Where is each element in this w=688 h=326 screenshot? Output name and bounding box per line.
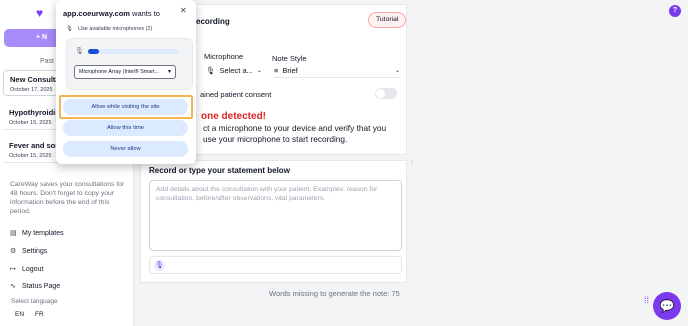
chat-icon: 💬 — [659, 299, 675, 313]
microphone-permission-popup: app.coeurway.com wants to ✕ 🎙 Use availa… — [56, 0, 196, 164]
chevron-down-icon: ⌄ — [394, 67, 400, 74]
warning-line: use your microphone to start recording. — [203, 134, 348, 144]
mic-device-box — [66, 38, 193, 90]
microphone-label: Microphone — [204, 52, 244, 61]
activity-icon: ∿ — [10, 283, 16, 290]
nav-my-templates[interactable]: ▤ My templates — [10, 230, 64, 237]
note-style-select[interactable]: ≡ Brief ⌄ — [274, 63, 400, 78]
select-language-label: Select language — [11, 298, 58, 305]
use-microphones-label: Use available microphones (2) — [77, 26, 153, 32]
gear-icon: ⚙ — [10, 248, 17, 255]
mic-small-icon: 🎙 — [206, 66, 216, 75]
language-fr[interactable]: FR — [35, 311, 44, 318]
mic-small-icon: 🎙 — [66, 26, 73, 32]
consent-toggle[interactable] — [375, 88, 397, 99]
patient-consent-label: ained patient consent — [200, 90, 272, 99]
statement-title: Record or type your statement below — [149, 166, 290, 175]
microphone-icon[interactable]: 🎙 — [154, 260, 165, 271]
no-microphone-warning-title: one detected! — [201, 111, 267, 122]
help-button[interactable]: ? — [669, 5, 681, 17]
mic-level-meter — [88, 49, 178, 54]
allow-this-time-button[interactable]: Allow this time — [63, 120, 188, 136]
nav-label: Logout — [22, 266, 44, 273]
resize-handle[interactable]: ⋮ — [409, 160, 415, 167]
chevron-down-icon: ⌄ — [256, 68, 262, 74]
use-microphones-row: 🎙 Use available microphones (2) — [66, 26, 152, 32]
no-microphone-warning-text: ct a microphone to your device and verif… — [203, 123, 403, 145]
nav-status-page[interactable]: ∿ Status Page — [10, 283, 60, 290]
nav-settings[interactable]: ⚙ Settings — [10, 248, 47, 255]
careway-logo: ♥ — [36, 6, 44, 20]
statement-textarea[interactable]: Add details about the consultation with … — [149, 180, 402, 251]
logout-icon: ↦ — [10, 266, 16, 273]
past-consultations-label: Past — [40, 58, 55, 65]
language-en[interactable]: EN — [15, 311, 24, 318]
chat-button[interactable]: 💬 — [653, 292, 681, 320]
document-icon: ▤ — [10, 230, 17, 237]
never-allow-button[interactable]: Never allow — [63, 141, 188, 157]
popup-title: app.coeurway.com wants to — [63, 9, 160, 18]
note-style-label: Note Style — [272, 54, 307, 63]
tutorial-button[interactable]: Tutorial — [368, 12, 407, 28]
nav-label: Status Page — [22, 283, 61, 290]
chevron-down-icon: ▾ — [167, 69, 171, 75]
popup-site: app.coeurway.com — [63, 9, 130, 18]
nav-label: My templates — [22, 230, 64, 237]
highlight-box — [59, 95, 193, 119]
recording-title: ecording — [196, 17, 230, 26]
microphone-select[interactable]: 🎙 Select a... ⌄ — [206, 63, 268, 78]
note-style-value: Brief — [282, 65, 298, 75]
retention-note: CareWay saves your consultations for 48 … — [10, 181, 125, 215]
mic-level-icon: 🎙 — [75, 48, 84, 55]
popup-wants-to: wants to — [129, 9, 160, 18]
mic-device-select[interactable]: Microphone Array (Intel® Smart... ▾ — [74, 65, 176, 79]
nav-label: Settings — [22, 248, 48, 255]
words-missing-text: Words missing to generate the note: 75 — [269, 289, 400, 298]
microphone-value: Select a... — [219, 66, 253, 75]
close-icon[interactable]: ✕ — [180, 6, 187, 15]
mic-level-fill — [88, 49, 99, 54]
nav-logout[interactable]: ↦ Logout — [10, 266, 43, 273]
drag-dots-icon[interactable]: ⁞⁞ — [644, 296, 652, 308]
dictation-bar: 🎙 — [149, 256, 402, 274]
lines-icon: ≡ — [274, 65, 279, 75]
warning-line: ct a microphone to your device and verif… — [203, 123, 387, 133]
mic-device-value: Microphone Array (Intel® Smart... — [79, 69, 160, 75]
